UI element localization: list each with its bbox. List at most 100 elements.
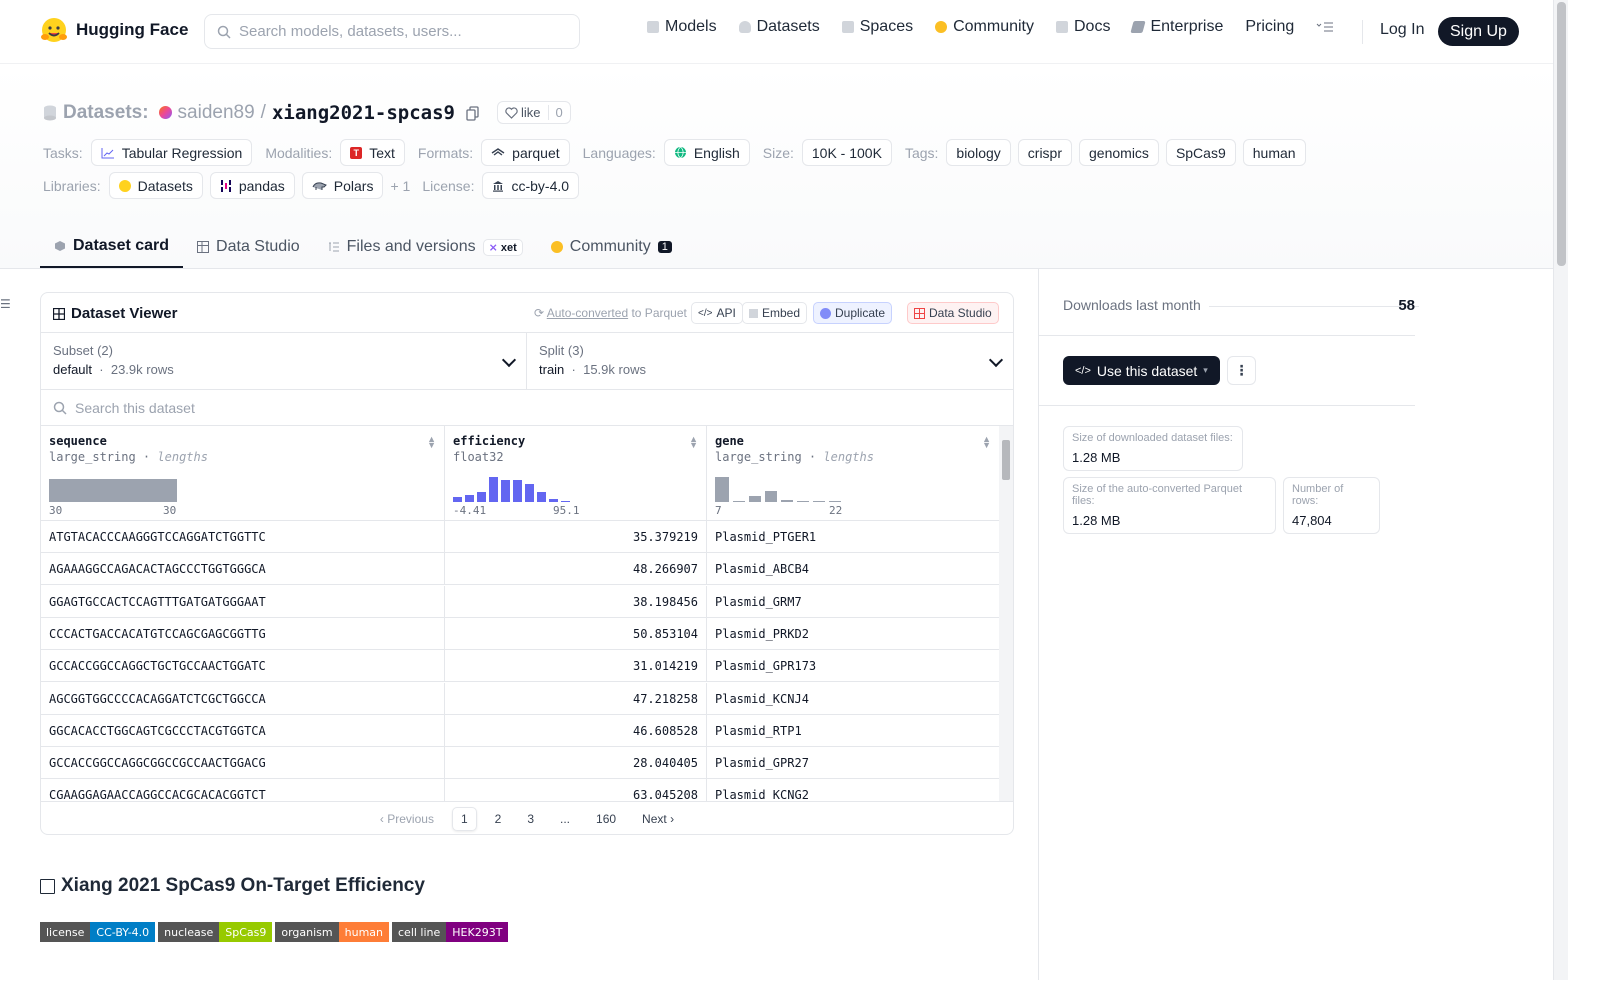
brand-logo[interactable]: Hugging Face	[40, 16, 188, 44]
cell-efficiency[interactable]: 31.014219	[445, 650, 707, 683]
nav-spaces[interactable]: Spaces	[841, 18, 913, 36]
nav-models[interactable]: Models	[647, 18, 717, 36]
table-row[interactable]: GCCACCGGCCAGGCGGCCGCCAACTGGACG 28.040405 P…	[41, 747, 999, 780]
column-header-gene[interactable]: gene large_string · lengths ▲ ▼ 7 22	[707, 426, 999, 520]
size-tag[interactable]: 10K - 100K	[801, 139, 892, 166]
histogram-bar[interactable]	[477, 492, 486, 502]
like-button[interactable]: like 0	[496, 101, 571, 124]
tag-genomics[interactable]: genomics	[1079, 139, 1159, 166]
histogram-bar[interactable]	[781, 500, 793, 502]
histogram-bar[interactable]	[537, 492, 546, 502]
table-scrollbar[interactable]	[999, 426, 1013, 801]
cell-sequence[interactable]: ATGTACACCCAAGGGTCCAGGATCTGGTTC	[41, 521, 445, 553]
histogram-bar[interactable]	[829, 501, 841, 502]
cell-sequence[interactable]: AGAAAGGCCAGACACTAGCCCTGGTGGGCA	[41, 553, 445, 586]
dataset-search-input[interactable]	[75, 399, 675, 416]
tag-spcas9[interactable]: SpCas9	[1165, 139, 1236, 166]
cell-efficiency[interactable]: 50.853104	[445, 617, 707, 650]
table-row[interactable]: AGCGGTGGCCCCACAGGATCTCGCTGGCCA 47.218258 P…	[41, 682, 999, 715]
cell-gene[interactable]: Plasmid_KCNJ4	[707, 683, 999, 715]
histogram-bar[interactable]	[49, 479, 177, 502]
cell-efficiency[interactable]: 46.608528	[445, 714, 707, 747]
histogram-bar[interactable]	[453, 497, 462, 502]
cell-efficiency[interactable]: 38.198456	[445, 585, 707, 618]
page-3[interactable]: 3	[519, 807, 542, 831]
histogram-bar[interactable]	[549, 499, 558, 502]
global-search-input[interactable]	[239, 23, 559, 40]
repo-kind[interactable]: Datasets:	[63, 102, 149, 124]
next-page-button[interactable]: Next ›	[634, 807, 682, 831]
library-polars[interactable]: Polars	[301, 172, 384, 199]
use-dataset-button[interactable]: </> Use this dataset ▾	[1063, 356, 1220, 385]
nav-more-menu[interactable]	[1316, 21, 1334, 33]
sort-icon[interactable]: ▲ ▼	[982, 435, 991, 450]
global-search[interactable]	[204, 14, 580, 49]
task-tag[interactable]: Tabular Regression	[90, 139, 253, 166]
tag-crispr[interactable]: crispr	[1017, 139, 1073, 166]
histogram-bar[interactable]	[561, 501, 570, 502]
page-scrollbar-thumb[interactable]	[1557, 2, 1566, 266]
table-row[interactable]: GGCACACCTGGCAGTCGCCCTACGTGGTCA 46.608528 P…	[41, 714, 999, 747]
cell-sequence[interactable]: CGAAGGAGAACCAGGCCACGCACACGGTCT	[41, 779, 445, 801]
histogram-bar[interactable]	[715, 477, 729, 502]
histogram-bar[interactable]	[501, 480, 510, 502]
table-row[interactable]: GCCACCGGCCAGGCTGCTGCCAACTGGATC 31.014219 P…	[41, 650, 999, 683]
histogram-bar[interactable]	[525, 484, 534, 502]
column-header-sequence[interactable]: sequence large_string · lengths ▲ ▼ 30 30	[41, 426, 445, 520]
embed-button[interactable]: Embed	[742, 302, 808, 324]
prev-page-button[interactable]: ‹ Previous	[372, 807, 442, 831]
api-button[interactable]: </> API	[691, 302, 743, 324]
split-select[interactable]: Split (3) train · 15.9k rows	[527, 333, 1013, 389]
table-scrollbar-thumb[interactable]	[1002, 440, 1010, 480]
table-row[interactable]: ATGTACACCCAAGGGTCCAGGATCTGGTTC 35.379219 P…	[41, 521, 999, 553]
cell-gene[interactable]: Plasmid_GPR173	[707, 650, 999, 682]
signup-button[interactable]: Sign Up	[1438, 17, 1519, 46]
cell-efficiency[interactable]: 63.045208	[445, 779, 707, 801]
tab-data-studio[interactable]: Data Studio	[183, 226, 314, 268]
cell-efficiency[interactable]: 28.040405	[445, 747, 707, 780]
cell-gene[interactable]: Plasmid_PRKD2	[707, 618, 999, 650]
histogram-bar[interactable]	[765, 491, 777, 502]
cell-sequence[interactable]: GCCACCGGCCAGGCGGCCGCCAACTGGACG	[41, 747, 445, 780]
library-pandas[interactable]: pandas	[209, 172, 295, 199]
cell-gene[interactable]: Plasmid_GRM7	[707, 586, 999, 618]
histogram-bar[interactable]	[749, 496, 761, 502]
cell-gene[interactable]: Plasmid_ABCB4	[707, 553, 999, 585]
histogram-bar[interactable]	[813, 501, 825, 502]
cell-sequence[interactable]: GCCACCGGCCAGGCTGCTGCCAACTGGATC	[41, 650, 445, 683]
auto-converted-link[interactable]: Auto-converted	[547, 306, 628, 320]
cell-gene[interactable]: Plasmid_RTP1	[707, 715, 999, 747]
page-2[interactable]: 2	[487, 807, 510, 831]
nav-community[interactable]: Community	[935, 18, 1034, 36]
tab-dataset-card[interactable]: Dataset card	[40, 226, 184, 268]
nav-datasets[interactable]: Datasets	[738, 18, 820, 36]
column-header-efficiency[interactable]: efficiency float32 ▲ ▼ -4.41 95.1	[445, 426, 707, 520]
cell-efficiency[interactable]: 47.218258	[445, 682, 707, 715]
cell-sequence[interactable]: GGCACACCTGGCAGTCGCCCTACGTGGTCA	[41, 714, 445, 747]
license-tag[interactable]: cc-by-4.0	[482, 172, 580, 199]
tag-human[interactable]: human	[1242, 139, 1306, 166]
toc-toggle-icon[interactable]: ☰	[0, 297, 11, 311]
libraries-more[interactable]: + 1	[390, 178, 410, 194]
sort-icon[interactable]: ▲ ▼	[427, 435, 436, 450]
tab-community[interactable]: Community 1	[537, 226, 686, 268]
page-1[interactable]: 1	[451, 807, 477, 831]
copy-icon[interactable]	[465, 105, 481, 121]
cell-sequence[interactable]: CCCACTGACCACATGTCCAGCGAGCGGTTG	[41, 617, 445, 650]
histogram-bar[interactable]	[513, 480, 522, 502]
more-options-button[interactable]: ⋮	[1227, 356, 1256, 385]
cell-gene[interactable]: Plasmid_KCNG2	[707, 779, 999, 801]
tag-biology[interactable]: biology	[946, 139, 1011, 166]
nav-pricing[interactable]: Pricing	[1245, 18, 1294, 36]
login-link[interactable]: Log In	[1380, 21, 1424, 39]
repo-owner[interactable]: saiden89	[178, 102, 255, 124]
nav-enterprise[interactable]: Enterprise	[1130, 18, 1223, 36]
cell-sequence[interactable]: AGCGGTGGCCCCACAGGATCTCGCTGGCCA	[41, 682, 445, 715]
cell-sequence[interactable]: GGAGTGCCACTCCAGTTTGATGATGGGAAT	[41, 585, 445, 618]
histogram-bar[interactable]	[797, 501, 809, 502]
page-scrollbar[interactable]	[1553, 0, 1568, 980]
tab-files-versions[interactable]: Files and versions ⨯ xet	[314, 226, 537, 268]
auto-converted-note[interactable]: ⟳ Auto-converted to Parquet	[534, 306, 687, 320]
sort-icon[interactable]: ▲ ▼	[689, 435, 698, 450]
histogram-bar[interactable]	[733, 501, 745, 502]
